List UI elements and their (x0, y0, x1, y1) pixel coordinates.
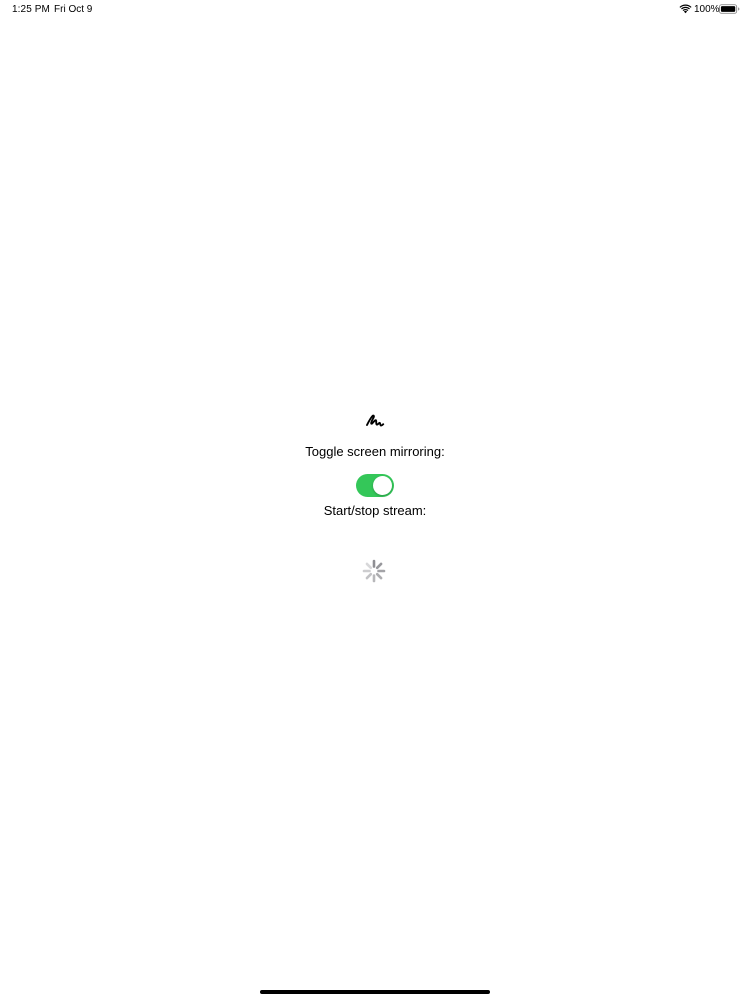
screen-mirroring-toggle[interactable] (356, 474, 394, 497)
spinner-spoke (375, 562, 383, 570)
signature-icon (366, 414, 385, 427)
mirroring-label: Toggle screen mirroring: (305, 444, 445, 459)
stream-label: Start/stop stream: (323, 503, 427, 518)
spinner-spoke (365, 572, 373, 580)
spinner-spoke (365, 562, 373, 570)
status-time: 1:25 PM (12, 4, 50, 15)
status-date: Fri Oct 9 (54, 4, 93, 15)
spinner-spoke (375, 572, 383, 580)
home-indicator[interactable] (260, 990, 490, 994)
spinner-icon (362, 559, 386, 583)
toggle-knob (373, 476, 392, 495)
status-bar: 1:25 PM Fri Oct 9 100% (0, 0, 750, 20)
wifi-icon (679, 4, 692, 14)
battery-icon (719, 4, 740, 14)
battery-percent: 100% (694, 4, 720, 15)
